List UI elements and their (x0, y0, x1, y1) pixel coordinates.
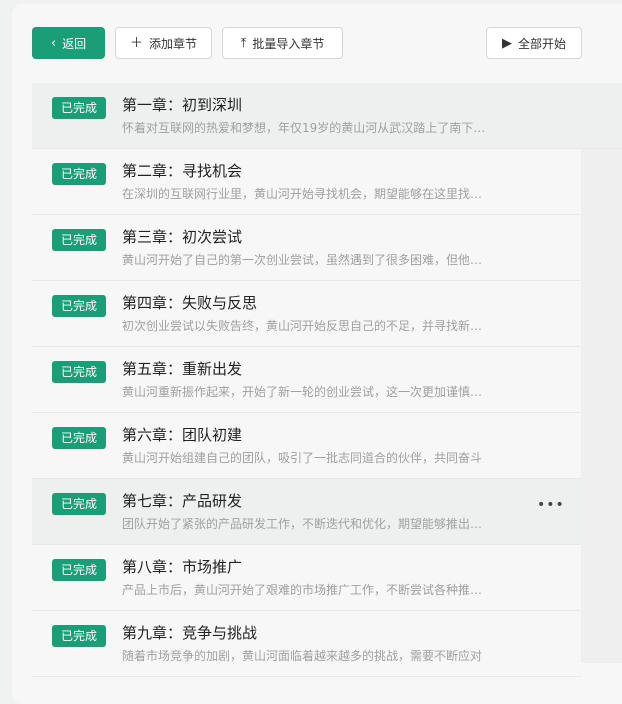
chapter-item[interactable]: 已完成 第一章：初到深圳 怀着对互联网的热爱和梦想，年仅19岁的黄山河从武汉踏上… (32, 83, 622, 149)
start-all-label: 全部开始 (517, 36, 566, 51)
batch-import-label: 批量导入章节 (252, 36, 325, 51)
status-badge: 已完成 (52, 625, 106, 647)
status-badge: 已完成 (52, 427, 106, 449)
chapter-desc: 团队开始了紧张的产品研发工作，不断迭代和优化，期望能够推出好产品 (122, 517, 492, 531)
add-chapter-button[interactable]: ＋ 添加章节 (115, 27, 212, 59)
status-badge: 已完成 (52, 361, 106, 383)
chapter-list: 已完成 第一章：初到深圳 怀着对互联网的热爱和梦想，年仅19岁的黄山河从武汉踏上… (32, 83, 622, 677)
chapter-title: 第七章：产品研发 (122, 492, 243, 510)
add-chapter-label: 添加章节 (149, 36, 198, 51)
chapter-item[interactable]: 已完成 第五章：重新出发 黄山河重新振作起来，开始了新一轮的创业尝试，这一次更加… (32, 347, 581, 413)
status-badge: 已完成 (52, 295, 106, 317)
chapter-title: 第二章：寻找机会 (122, 162, 243, 180)
chapter-item[interactable]: 已完成 第六章：团队初建 黄山河开始组建自己的团队，吸引了一批志同道合的伙伴，共… (32, 413, 581, 479)
chapter-item[interactable]: 已完成 第四章：失败与反思 初次创业尝试以失败告终，黄山河开始反思自己的不足，并… (32, 281, 581, 347)
chapter-item[interactable]: 已完成 第九章：竞争与挑战 随着市场竞争的加剧，黄山河面临着越来越多的挑战，需要… (32, 611, 581, 677)
plus-icon: ＋ (129, 35, 143, 51)
start-all-button[interactable]: ▶ 全部开始 (486, 27, 582, 59)
chapter-item[interactable]: 已完成 第二章：寻找机会 在深圳的互联网行业里，黄山河开始寻找机会，期望能够在这… (32, 149, 581, 215)
more-horizontal-icon[interactable]: ••• (537, 497, 565, 513)
status-badge: 已完成 (52, 559, 106, 581)
chapter-item[interactable]: 已完成 第八章：市场推广 产品上市后，黄山河开始了艰难的市场推广工作，不断尝试各… (32, 545, 581, 611)
chapter-desc: 怀着对互联网的热爱和梦想，年仅19岁的黄山河从武汉踏上了南下深圳的旅程 (122, 121, 492, 135)
back-button-label: 返回 (62, 36, 87, 51)
play-icon: ▶ (501, 35, 512, 51)
status-badge: 已完成 (52, 229, 106, 251)
chapter-title: 第三章：初次尝试 (122, 228, 243, 246)
batch-import-button[interactable]: ⤒ 批量导入章节 (222, 27, 343, 59)
chapter-desc: 产品上市后，黄山河开始了艰难的市场推广工作，不断尝试各种推广方式 (122, 583, 492, 597)
chapter-desc: 初次创业尝试以失败告终，黄山河开始反思自己的不足，并寻找新的方向 (122, 319, 492, 333)
status-badge: 已完成 (52, 163, 106, 185)
chapter-desc: 黄山河开始组建自己的团队，吸引了一批志同道合的伙伴，共同奋斗 (122, 451, 483, 465)
chevron-left-icon: ‹ (50, 35, 57, 51)
toolbar: ‹ 返回 ＋ 添加章节 ⤒ 批量导入章节 ▶ 全部开始 (32, 27, 592, 61)
chapter-title: 第四章：失败与反思 (122, 294, 258, 312)
chapter-desc: 随着市场竞争的加剧，黄山河面临着越来越多的挑战，需要不断应对 (122, 649, 483, 663)
chapter-title: 第六章：团队初建 (122, 426, 243, 444)
upload-icon: ⤒ (240, 35, 247, 51)
chapter-title: 第一章：初到深圳 (122, 96, 243, 114)
chapter-title: 第八章：市场推广 (122, 558, 243, 576)
chapter-desc: 在深圳的互联网行业里，黄山河开始寻找机会，期望能够在这里找到自己的位置 (122, 187, 492, 201)
chapter-item[interactable]: 已完成 第七章：产品研发 团队开始了紧张的产品研发工作，不断迭代和优化，期望能够… (32, 479, 581, 545)
chapter-desc: 黄山河重新振作起来，开始了新一轮的创业尝试，这一次更加谨慎和坚定 (122, 385, 492, 399)
chapter-item[interactable]: 已完成 第三章：初次尝试 黄山河开始了自己的第一次创业尝试，虽然遇到了很多困难，… (32, 215, 581, 281)
back-button[interactable]: ‹ 返回 (32, 27, 105, 59)
status-badge: 已完成 (52, 493, 106, 515)
chapter-title: 第五章：重新出发 (122, 360, 243, 378)
status-badge: 已完成 (52, 97, 106, 119)
chapter-desc: 黄山河开始了自己的第一次创业尝试，虽然遇到了很多困难，但他没有放弃 (122, 253, 492, 267)
chapter-title: 第九章：竞争与挑战 (122, 624, 258, 642)
